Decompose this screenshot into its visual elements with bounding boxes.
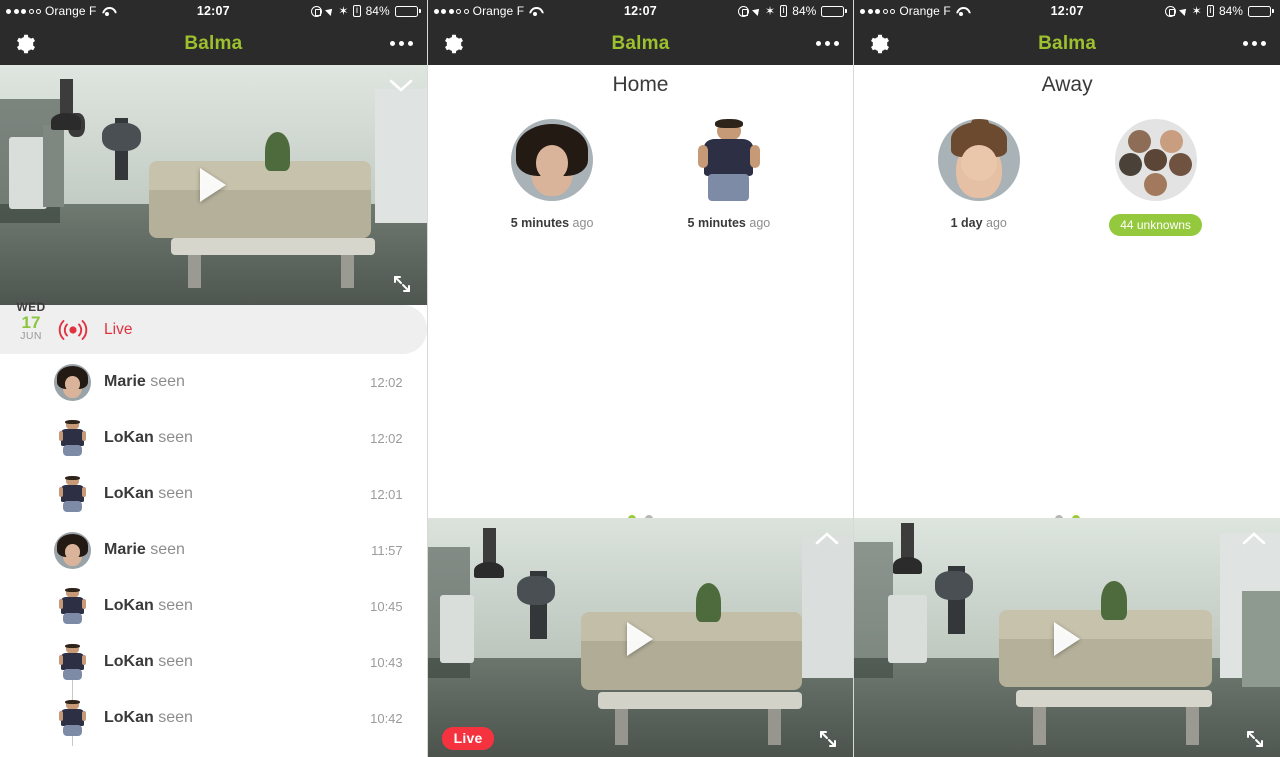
chevron-up-icon[interactable]: [815, 532, 839, 546]
people-card-row: 5 minutes ago 5 minutes ago: [428, 119, 854, 230]
timeline-item[interactable]: LoKan seen 10:45: [0, 578, 427, 634]
gear-icon[interactable]: [868, 33, 890, 55]
lokan-avatar: [54, 643, 91, 681]
people-card-row: 1 day ago 44 unknowns: [854, 119, 1280, 236]
live-label: Live: [104, 320, 133, 338]
ellipsis-icon[interactable]: [389, 41, 413, 46]
person-card[interactable]: 44 unknowns: [1086, 119, 1226, 236]
rotation-lock-icon: [311, 5, 323, 17]
person-last-seen: 5 minutes ago: [687, 216, 771, 230]
person-last-seen: 5 minutes ago: [510, 216, 594, 230]
marie-avatar: [54, 531, 91, 569]
page-title: Balma: [611, 32, 670, 54]
status-bar: Orange F 12:07 ✶ i 84%: [427, 0, 854, 22]
status-bar: Orange F 12:07 ✶ i 84%: [0, 0, 427, 22]
person-last-seen: 1 day ago: [950, 216, 1007, 230]
timeline-item-name: LoKan seen: [104, 709, 193, 726]
timeline-item-time: 10:45: [370, 598, 403, 614]
nav-bar: Balma: [0, 22, 427, 65]
ellipsis-icon[interactable]: [1242, 41, 1266, 46]
away-people-panel: Away 1 day ago 44 unknowns: [854, 73, 1280, 523]
live-broadcast-icon: [58, 317, 88, 343]
unknowns-badge-wrap: 44 unknowns: [1086, 201, 1226, 236]
marie-avatar[interactable]: [511, 119, 594, 201]
timeline-item[interactable]: LoKan seen 12:02: [0, 410, 427, 466]
timeline-item-name: LoKan seen: [104, 485, 193, 502]
status-bar-clock: 12:07: [196, 4, 230, 18]
timeline-item-name: LoKan seen: [104, 429, 193, 446]
screen-timeline: Orange F 12:07 ✶ i 84% Balma WED 17 JUN …: [0, 0, 427, 757]
gear-icon[interactable]: [14, 33, 36, 55]
screen-away-people: Orange F 12:07 ✶ i 84% Balma Away 1 day …: [853, 0, 1280, 757]
live-badge: Live: [441, 727, 495, 750]
person-card[interactable]: 5 minutes ago: [482, 119, 622, 230]
event-timeline[interactable]: WED 17 JUN Live Marie seen 12:02 LoKan s…: [0, 301, 427, 746]
play-icon[interactable]: [200, 168, 227, 202]
timeline-live-row[interactable]: WED 17 JUN Live: [0, 301, 427, 354]
timeline-item-time: 12:01: [370, 486, 403, 502]
timeline-item[interactable]: LoKan seen 10:43: [0, 634, 427, 690]
date-day: 17: [21, 312, 41, 332]
status-bar: Orange F 12:07 ✶ i 84%: [854, 0, 1280, 22]
expand-icon[interactable]: [817, 728, 839, 750]
lokan-avatar: [54, 699, 91, 737]
camera-preview-2[interactable]: Live: [427, 518, 854, 757]
timeline-item-name: LoKan seen: [104, 597, 193, 614]
expand-icon[interactable]: [1244, 728, 1266, 750]
timeline-item-time: 12:02: [370, 430, 403, 446]
date-chip: WED 17 JUN: [8, 301, 54, 342]
play-icon[interactable]: [1054, 622, 1081, 656]
page-title: Balma: [184, 32, 243, 54]
child-avatar[interactable]: [937, 119, 1020, 201]
timeline-item[interactable]: LoKan seen 12:01: [0, 466, 427, 522]
timeline-item-time: 10:42: [370, 710, 403, 726]
camera-preview-1[interactable]: [0, 65, 427, 305]
timeline-item-time: 10:43: [370, 654, 403, 670]
lokan-avatar: [54, 419, 91, 457]
expand-icon[interactable]: [391, 273, 413, 295]
timeline-item-name: Marie seen: [104, 541, 185, 558]
person-card[interactable]: 1 day ago: [909, 119, 1049, 236]
lokan-avatar[interactable]: [688, 119, 770, 201]
timeline-item-time: 12:02: [370, 374, 403, 390]
nav-bar: Balma: [427, 22, 854, 65]
timeline-item-name: LoKan seen: [104, 653, 193, 670]
date-month: JUN: [20, 330, 42, 343]
timeline-item-time: 11:57: [371, 542, 403, 558]
timeline-item-name: Marie seen: [104, 373, 185, 390]
date-weekday: WED: [16, 300, 46, 314]
rotation-lock-icon: [1164, 5, 1176, 17]
screen-home-people: Orange F 12:07 ✶ i 84% Balma Home 5 minu…: [426, 0, 854, 757]
status-bar-clock: 12:07: [623, 4, 657, 18]
unknowns-cluster-avatar[interactable]: [1114, 119, 1197, 201]
lokan-avatar: [54, 587, 91, 625]
person-card[interactable]: 5 minutes ago: [659, 119, 799, 230]
timeline-item[interactable]: Marie seen 12:02: [0, 354, 427, 410]
play-icon[interactable]: [627, 622, 654, 656]
timeline-item[interactable]: LoKan seen 10:42: [0, 690, 427, 746]
section-title-home: Home: [612, 73, 669, 96]
home-people-panel: Home 5 minutes ago 5 minutes ago: [427, 73, 854, 523]
lokan-avatar: [54, 475, 91, 513]
status-badge[interactable]: 44 unknowns: [1109, 214, 1202, 236]
status-bar-clock: 12:07: [1050, 4, 1084, 18]
chevron-down-icon[interactable]: [389, 79, 413, 93]
rotation-lock-icon: [737, 5, 749, 17]
timeline-item[interactable]: Marie seen 11:57: [0, 522, 427, 578]
section-title-away: Away: [1041, 73, 1093, 96]
ellipsis-icon[interactable]: [816, 41, 840, 46]
screenshot-triptych: Orange F 12:07 ✶ i 84% Balma WED 17 JUN …: [0, 0, 1280, 757]
camera-preview-3[interactable]: [854, 518, 1280, 757]
nav-bar: Balma: [854, 22, 1280, 65]
gear-icon[interactable]: [442, 33, 464, 55]
marie-avatar: [54, 363, 91, 401]
page-title: Balma: [1038, 32, 1097, 54]
chevron-up-icon[interactable]: [1242, 532, 1266, 546]
